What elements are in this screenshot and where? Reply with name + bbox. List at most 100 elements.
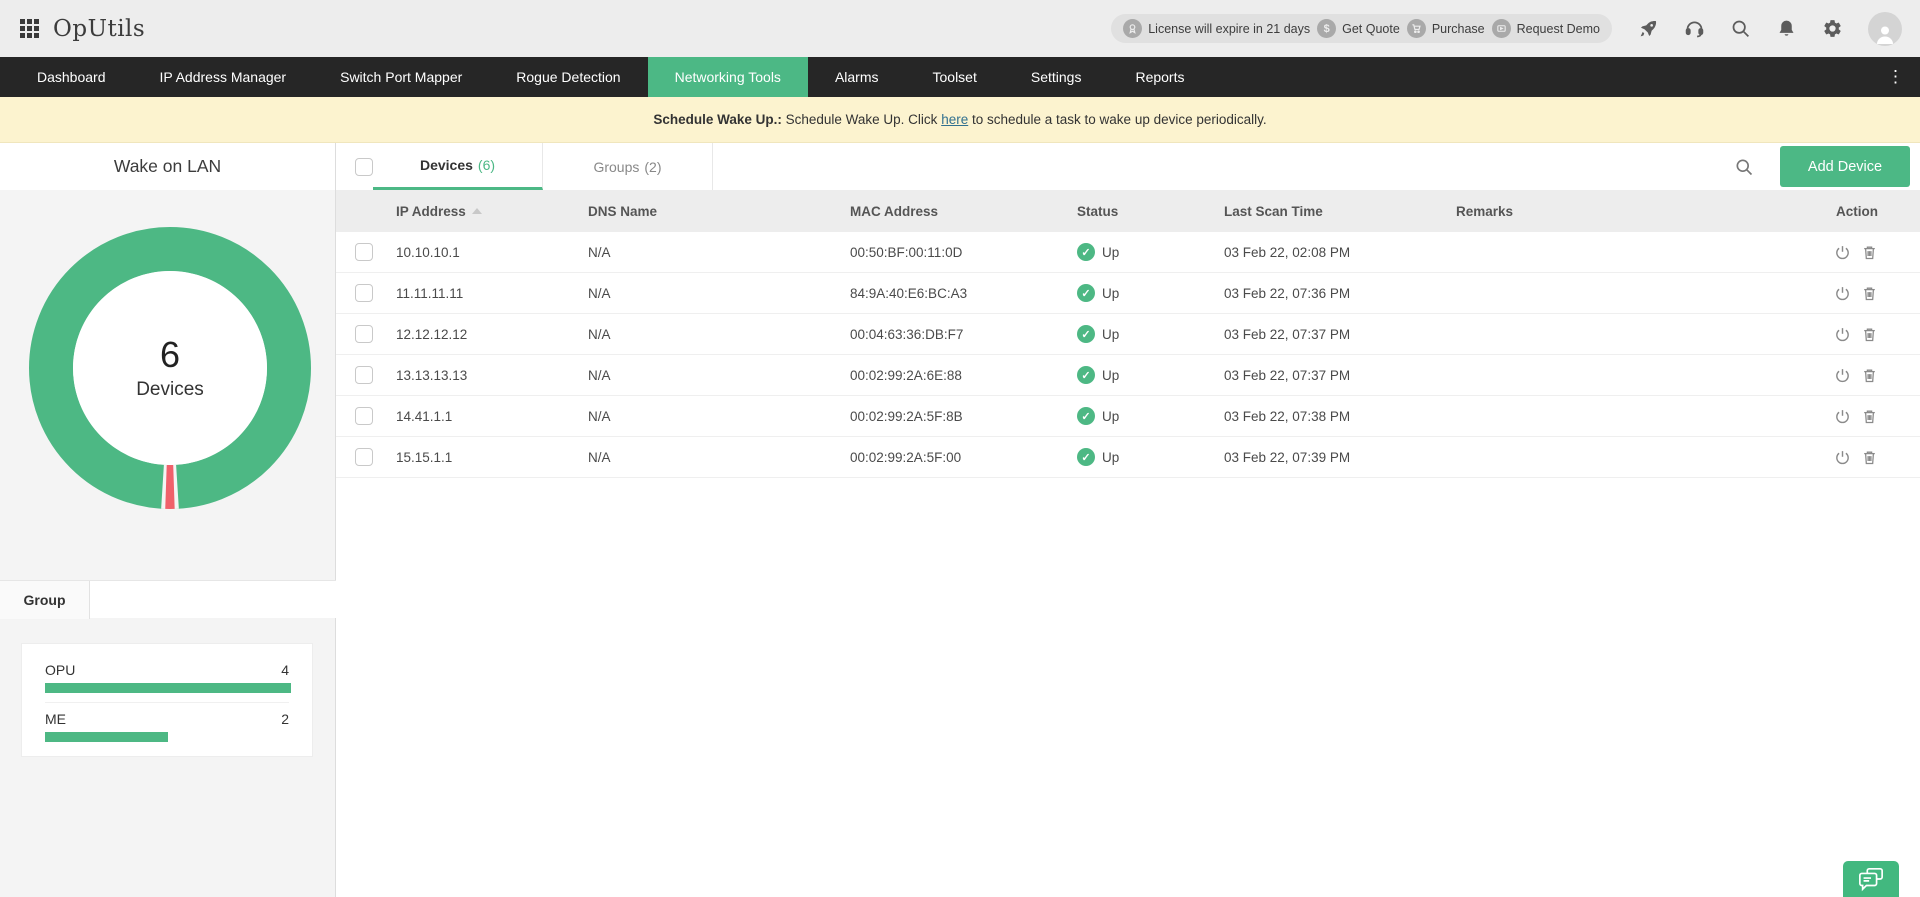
wake-up-power-icon[interactable] [1834,367,1851,384]
cell-last-scan: 03 Feb 22, 07:36 PM [1224,286,1456,301]
chat-feedback-button[interactable] [1843,861,1899,897]
row-checkbox[interactable] [355,448,373,466]
toolbar-right: Add Device [1734,143,1920,190]
row-checkbox[interactable] [355,284,373,302]
nav-item-alarms[interactable]: Alarms [808,57,906,97]
tab-group[interactable]: Group [0,581,90,619]
tab-groups[interactable]: Groups (2) [543,143,713,190]
settings-gear-icon[interactable] [1822,18,1843,39]
status-up-icon: ✓ [1077,448,1095,466]
table-row[interactable]: 15.15.1.1 N/A 00:02:99:2A:5F:00 ✓Up 03 F… [336,437,1920,478]
table-row[interactable]: 10.10.10.1 N/A 00:50:BF:00:11:0D ✓Up 03 … [336,232,1920,273]
purchase-button[interactable]: Purchase [1407,19,1485,38]
devices-toolbar: Devices (6) Groups (2) Add Device [336,143,1920,190]
user-avatar[interactable] [1868,12,1902,46]
table-row[interactable]: 13.13.13.13 N/A 00:02:99:2A:6E:88 ✓Up 03… [336,355,1920,396]
status-up-icon: ✓ [1077,407,1095,425]
table-search-icon[interactable] [1734,157,1754,177]
cell-ip: 12.12.12.12 [396,327,588,342]
group-bar-chart: OPU 4 ME 2 [21,643,313,757]
donut-svg [25,223,315,513]
cell-mac: 00:50:BF:00:11:0D [850,245,1077,260]
nav-overflow-kebab-icon[interactable]: ⋮ [1879,57,1912,97]
nav-item-switch-port-mapper[interactable]: Switch Port Mapper [313,57,489,97]
group-bar-track [45,683,291,693]
nav-item-ip-address-manager[interactable]: IP Address Manager [133,57,314,97]
header-icons [1638,12,1902,46]
main-nav: Dashboard IP Address Manager Switch Port… [0,57,1920,97]
col-ip-address[interactable]: IP Address [396,204,588,219]
delete-trash-icon[interactable] [1861,244,1878,261]
add-device-button[interactable]: Add Device [1780,146,1910,187]
wake-up-power-icon[interactable] [1834,326,1851,343]
nav-item-settings[interactable]: Settings [1004,57,1109,97]
select-all-checkbox[interactable] [355,158,373,176]
wake-up-power-icon[interactable] [1834,244,1851,261]
license-pill: License will expire in 21 days $ Get Quo… [1111,14,1612,43]
col-dns-name[interactable]: DNS Name [588,204,850,219]
wake-up-power-icon[interactable] [1834,285,1851,302]
delete-trash-icon[interactable] [1861,367,1878,384]
nav-item-rogue-detection[interactable]: Rogue Detection [489,57,647,97]
nav-item-toolset[interactable]: Toolset [906,57,1004,97]
request-demo-button[interactable]: Request Demo [1492,19,1600,38]
row-checkbox[interactable] [355,243,373,261]
group-bar [45,732,168,742]
app-logo: OpUtils [53,16,145,42]
notifications-bell-icon[interactable] [1776,18,1797,39]
table-row[interactable]: 11.11.11.11 N/A 84:9A:40:E6:BC:A3 ✓Up 03… [336,273,1920,314]
table-header: IP Address DNS Name MAC Address Status L… [336,190,1920,232]
group-count: 2 [281,711,289,727]
wake-up-power-icon[interactable] [1834,408,1851,425]
apps-grid-icon[interactable] [20,19,39,38]
purchase-label: Purchase [1432,22,1485,36]
col-remarks[interactable]: Remarks [1456,204,1800,219]
schedule-banner: Schedule Wake Up.: Schedule Wake Up. Cli… [0,97,1920,143]
delete-trash-icon[interactable] [1861,408,1878,425]
sort-asc-icon[interactable] [472,208,482,214]
row-checkbox[interactable] [355,366,373,384]
cell-dns: N/A [588,409,850,424]
app-root: OpUtils License will expire in 21 days $… [0,0,1920,897]
cell-mac: 00:02:99:2A:5F:00 [850,450,1077,465]
cell-mac: 00:02:99:2A:5F:8B [850,409,1077,424]
chat-bubbles-icon [1856,866,1886,892]
cell-status: Up [1102,450,1119,465]
group-row-opu[interactable]: OPU 4 [45,662,289,702]
table-row[interactable]: 14.41.1.1 N/A 00:02:99:2A:5F:8B ✓Up 03 F… [336,396,1920,437]
cell-dns: N/A [588,450,850,465]
banner-bold-label: Schedule Wake Up.: [653,112,782,127]
get-quote-button[interactable]: $ Get Quote [1317,19,1400,38]
row-checkbox[interactable] [355,325,373,343]
delete-trash-icon[interactable] [1861,326,1878,343]
cell-status: Up [1102,327,1119,342]
col-last-scan-time[interactable]: Last Scan Time [1224,204,1456,219]
nav-item-reports[interactable]: Reports [1108,57,1211,97]
banner-text-before: Schedule Wake Up. Click [782,112,941,127]
nav-item-networking-tools[interactable]: Networking Tools [648,57,808,97]
delete-trash-icon[interactable] [1861,285,1878,302]
cell-mac: 84:9A:40:E6:BC:A3 [850,286,1077,301]
header-right: License will expire in 21 days $ Get Quo… [1111,12,1902,46]
delete-trash-icon[interactable] [1861,449,1878,466]
whats-new-rocket-icon[interactable] [1638,18,1659,39]
cell-ip: 11.11.11.11 [396,286,588,301]
license-status[interactable]: License will expire in 21 days [1123,19,1310,38]
status-up-icon: ✓ [1077,284,1095,302]
row-checkbox[interactable] [355,407,373,425]
col-mac-address[interactable]: MAC Address [850,204,1077,219]
cell-ip: 10.10.10.1 [396,245,588,260]
table-row[interactable]: 12.12.12.12 N/A 00:04:63:36:DB:F7 ✓Up 03… [336,314,1920,355]
cell-last-scan: 03 Feb 22, 07:37 PM [1224,368,1456,383]
wake-up-power-icon[interactable] [1834,449,1851,466]
banner-here-link[interactable]: here [941,112,968,127]
group-name: OPU [45,662,75,678]
support-headset-icon[interactable] [1684,18,1705,39]
search-icon[interactable] [1730,18,1751,39]
col-status[interactable]: Status [1077,204,1224,219]
cell-mac: 00:04:63:36:DB:F7 [850,327,1077,342]
license-text: License will expire in 21 days [1148,22,1310,36]
group-row-me[interactable]: ME 2 [45,702,289,751]
tab-devices[interactable]: Devices (6) [373,143,543,190]
nav-item-dashboard[interactable]: Dashboard [10,57,133,97]
